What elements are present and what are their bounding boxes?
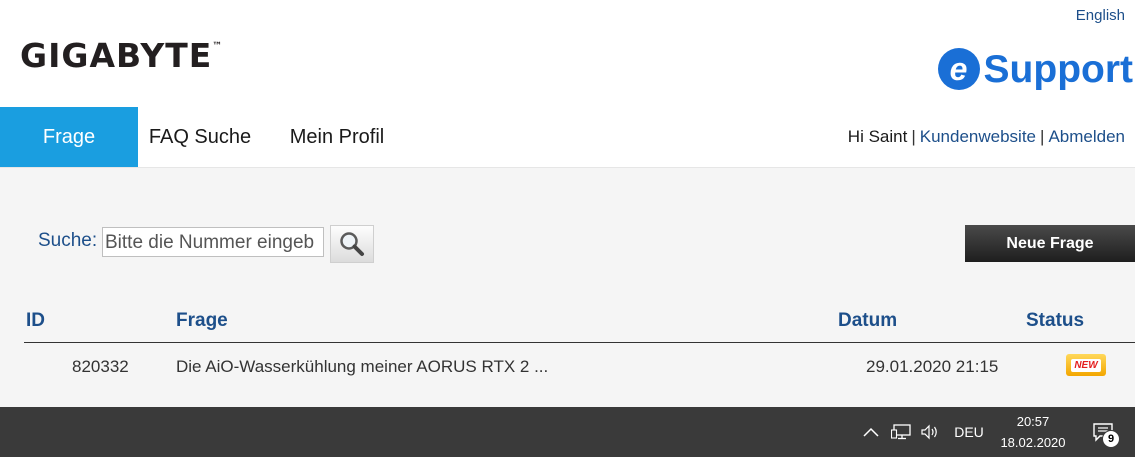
- notification-icon[interactable]: 9: [1088, 407, 1120, 457]
- search-input[interactable]: Bitte die Nummer eingeb: [102, 227, 324, 257]
- nav-bar: Frage FAQ Suche Mein Profil Hi Saint | K…: [0, 107, 1135, 168]
- notification-count-badge: 9: [1102, 430, 1120, 448]
- logo-text: GIGABYTE: [20, 36, 213, 75]
- new-question-button[interactable]: Neue Frage: [965, 225, 1135, 262]
- taskbar-clock[interactable]: 20:57 18.02.2020: [990, 411, 1076, 453]
- user-menu: Hi Saint | Kundenwebsite | Abmelden: [848, 107, 1125, 167]
- greeting: Hi Saint: [847, 127, 908, 146]
- esupport-logo: e Support: [937, 47, 1133, 91]
- column-header-date[interactable]: Datum: [838, 310, 897, 332]
- logo-trademark: ™: [212, 41, 224, 52]
- column-header-id[interactable]: ID: [26, 310, 45, 332]
- row-question[interactable]: Die AiO-Wasserkühlung meiner AORUS RTX 2…: [176, 357, 548, 377]
- search-label: Suche:: [38, 230, 98, 251]
- network-icon[interactable]: [888, 407, 914, 457]
- table-divider: [24, 342, 1135, 343]
- divider: |: [1040, 127, 1045, 146]
- tab-mein-profil[interactable]: Mein Profil: [272, 107, 402, 167]
- esupport-text: Support: [983, 47, 1133, 91]
- chevron-up-icon[interactable]: [858, 407, 884, 457]
- header: GIGABYTE™ English e Support: [0, 0, 1135, 107]
- volume-icon[interactable]: [917, 407, 943, 457]
- input-language-indicator[interactable]: DEU: [950, 407, 988, 457]
- search-button[interactable]: [330, 225, 374, 263]
- main-content: Suche: Bitte die Nummer eingeb Neue Frag…: [0, 168, 1135, 408]
- row-id[interactable]: 820332: [72, 357, 129, 377]
- logout-link[interactable]: Abmelden: [1048, 127, 1125, 147]
- divider: |: [911, 127, 916, 146]
- tab-faq-suche[interactable]: FAQ Suche: [138, 107, 262, 167]
- badge-text: NEW: [1071, 358, 1101, 372]
- search-icon: [340, 232, 364, 256]
- new-status-badge: NEW: [1066, 354, 1106, 376]
- customer-site-link[interactable]: Kundenwebsite: [920, 127, 1036, 147]
- clock-time: 20:57: [1016, 414, 1050, 429]
- column-header-status[interactable]: Status: [1026, 310, 1084, 332]
- clock-date: 18.02.2020: [1000, 435, 1066, 450]
- language-link[interactable]: English: [1076, 7, 1125, 24]
- gigabyte-logo[interactable]: GIGABYTE™: [20, 36, 223, 75]
- column-header-question[interactable]: Frage: [176, 310, 228, 332]
- taskbar: DEU 20:57 18.02.2020 9: [0, 407, 1135, 457]
- row-date: 29.01.2020 21:15: [866, 357, 999, 376]
- tab-frage[interactable]: Frage: [0, 107, 138, 167]
- esupport-e-icon: e: [937, 48, 980, 90]
